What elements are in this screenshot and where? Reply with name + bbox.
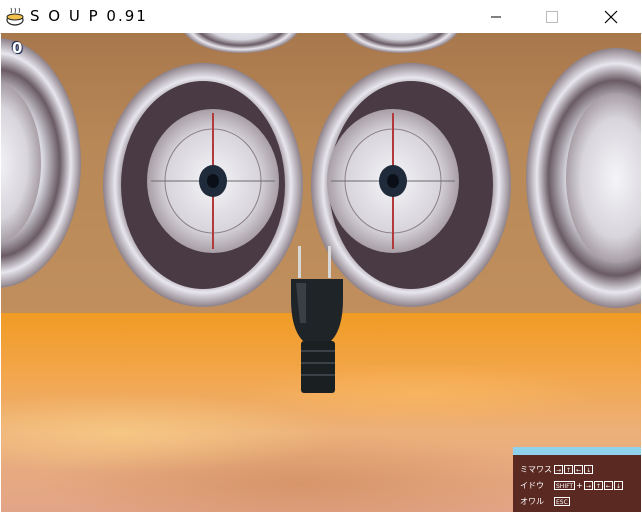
control-label: オワル xyxy=(520,496,544,506)
key-up: ↑ xyxy=(593,480,603,490)
close-icon xyxy=(604,10,618,23)
control-row-quit: オワル ESC xyxy=(520,494,571,508)
control-row-move: イドウ SHIFT + → ↑ ← ↓ xyxy=(520,478,624,492)
control-label: イドウ xyxy=(520,480,544,490)
key-plus: + xyxy=(576,480,583,490)
score-counter: 0 xyxy=(12,39,23,57)
window-title: S O U P 0.91 xyxy=(30,7,148,25)
key-left: ← xyxy=(603,480,613,490)
key-down: ↓ xyxy=(613,480,623,490)
title-bar: S O U P 0.91 xyxy=(0,0,642,34)
key-esc: ESC xyxy=(554,496,570,506)
power-plug xyxy=(291,246,343,393)
maximize-button[interactable] xyxy=(529,0,575,33)
game-viewport[interactable]: 0 ミマワス → ↑ ← ↓ イドウ SHIFT + → ↑ ← ↓ オワル E… xyxy=(1,33,641,512)
key-right: → xyxy=(554,464,564,474)
minimize-icon xyxy=(491,16,501,17)
key-right: → xyxy=(583,480,593,490)
minimize-button[interactable] xyxy=(473,0,519,33)
control-label: ミマワス xyxy=(520,464,552,474)
maximize-icon xyxy=(546,10,558,23)
key-up: ↑ xyxy=(564,464,574,474)
controls-panel: ミマワス → ↑ ← ↓ イドウ SHIFT + → ↑ ← ↓ オワル ESC xyxy=(513,447,641,512)
key-left: ← xyxy=(574,464,584,474)
control-row-look: ミマワス → ↑ ← ↓ xyxy=(520,462,594,476)
key-down: ↓ xyxy=(584,464,594,474)
key-shift: SHIFT xyxy=(554,480,576,490)
soup-bowl-icon[interactable] xyxy=(5,7,25,27)
close-button[interactable] xyxy=(588,0,634,33)
